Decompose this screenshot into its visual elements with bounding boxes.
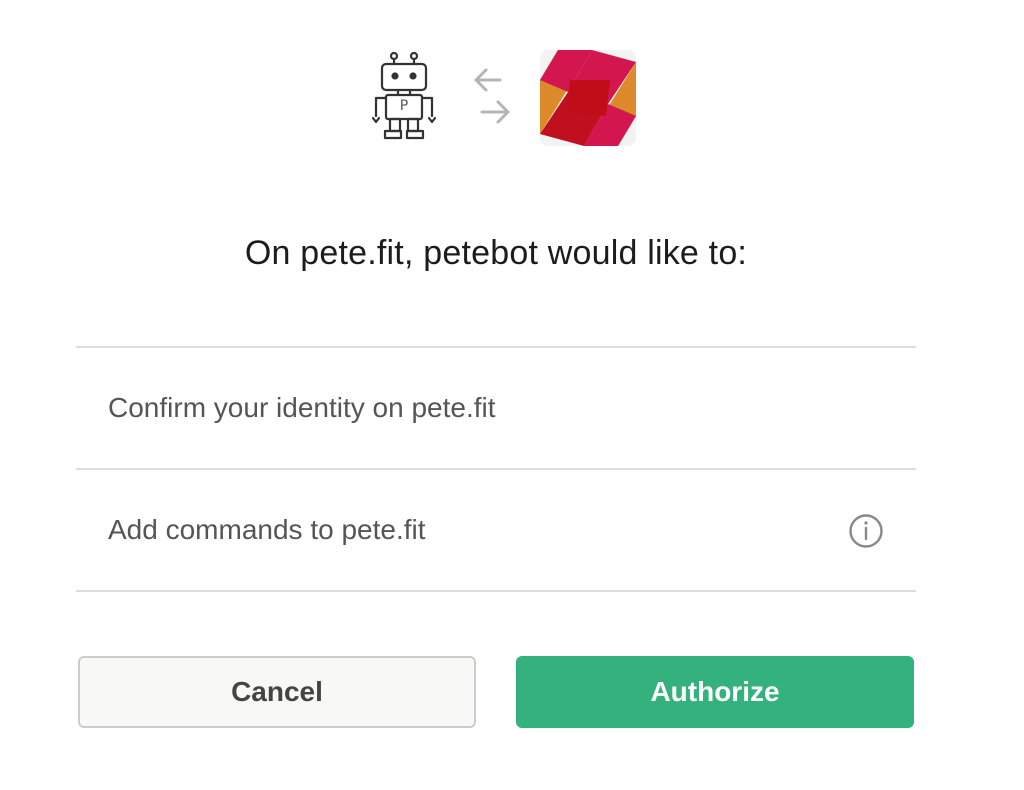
bot-logo-letter: P [399, 98, 409, 114]
oauth-authorize-dialog: P On pete.fit, petebot would like to: Co… [0, 0, 1024, 790]
app-connection-header: P [0, 48, 1024, 148]
list-item: Confirm your identity on pete.fit [76, 348, 916, 470]
workspace-logo-icon [540, 50, 636, 146]
permission-label: Confirm your identity on pete.fit [108, 392, 496, 423]
permission-list: Confirm your identity on pete.fit Add co… [76, 346, 916, 592]
cancel-button[interactable]: Cancel [78, 656, 476, 728]
permission-label: Add commands to pete.fit [108, 514, 426, 545]
authorize-button[interactable]: Authorize [516, 656, 914, 728]
page-title: On pete.fit, petebot would like to: [244, 234, 748, 272]
robot-icon: P [366, 50, 442, 144]
list-item: Add commands to pete.fit [76, 470, 916, 592]
info-icon[interactable] [848, 513, 884, 549]
arrows-swap-icon [470, 66, 514, 128]
